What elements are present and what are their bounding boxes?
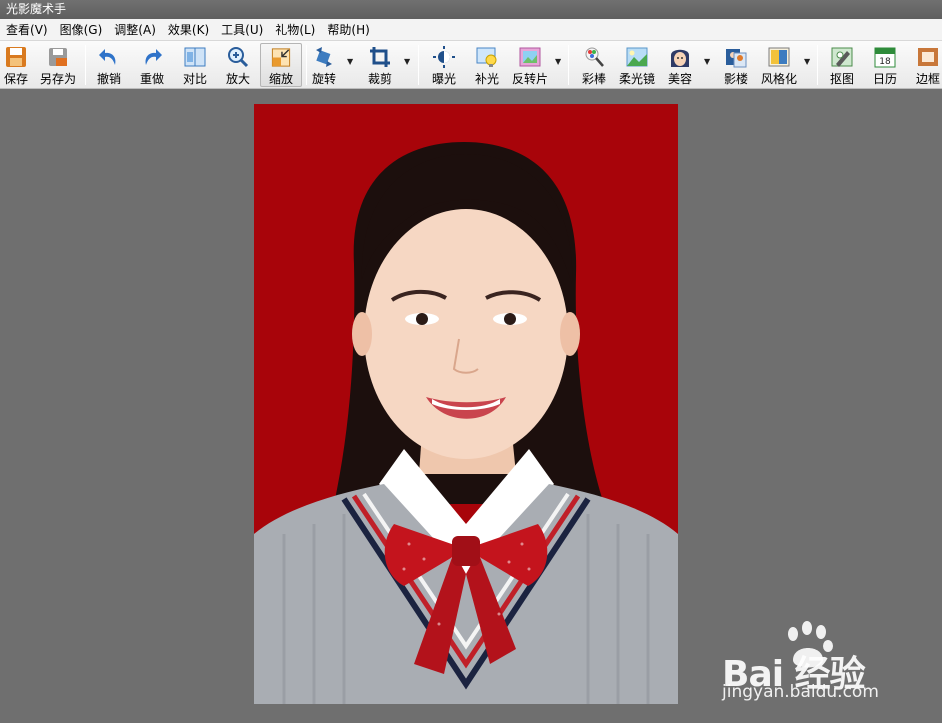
app-title: 光影魔术手 [6, 2, 67, 16]
toolbar-separator [418, 45, 419, 85]
id-photo [254, 104, 678, 704]
menu-item-image[interactable]: 图像(G) [54, 19, 109, 40]
zoom-in-button[interactable]: 放大 [223, 43, 253, 87]
menu-item-effects[interactable]: 效果(K) [162, 19, 215, 40]
crop-dropdown-icon[interactable]: ▼ [404, 57, 410, 66]
stylize-icon [768, 47, 790, 67]
stylize-button[interactable]: 风格化 [758, 43, 800, 87]
beauty-dropdown-icon[interactable]: ▼ [704, 57, 710, 66]
toolbar-separator [85, 45, 86, 85]
toolbar-separator [817, 45, 818, 85]
toolbar-separator [568, 45, 569, 85]
border-icon [918, 48, 938, 66]
save-button[interactable]: 保存 [2, 43, 30, 87]
color-pen-icon [585, 47, 604, 67]
border-button[interactable]: 边框 [913, 43, 942, 87]
compare-icon [184, 47, 206, 67]
redo-icon [145, 49, 162, 65]
calendar-day-number: 18 [879, 57, 891, 67]
redo-button[interactable]: 重做 [137, 43, 167, 87]
menu-item-gifts[interactable]: 礼物(L) [269, 19, 321, 40]
beauty-button[interactable]: 美容 [665, 43, 695, 87]
undo-icon [99, 49, 116, 65]
crop-icon [370, 47, 390, 67]
title-bar: 光影魔术手 [0, 0, 942, 19]
resize-icon [271, 48, 291, 67]
menu-bar: 查看(V) 图像(G) 调整(A) 效果(K) 工具(U) 礼物(L) 帮助(H… [0, 19, 942, 41]
rotate-icon [316, 47, 332, 67]
soft-focus-icon [626, 47, 648, 67]
save-as-icon [49, 48, 67, 66]
cutout-icon [831, 47, 853, 67]
save-as-button[interactable]: 另存为 [37, 43, 79, 87]
negative-film-icon [519, 47, 541, 67]
menu-item-adjust[interactable]: 调整(A) [108, 19, 162, 40]
fill-light-icon [476, 47, 497, 67]
color-pen-button[interactable]: 彩棒 [579, 43, 609, 87]
resize-button[interactable]: 缩放 [260, 43, 302, 87]
watermark-url: jingyan.baidu.com [722, 682, 879, 702]
cutout-button[interactable]: 抠图 [827, 43, 857, 87]
crop-button[interactable]: 裁剪 [364, 43, 396, 87]
rotate-button[interactable]: 旋转 [309, 43, 339, 87]
calendar-button[interactable]: 18 日历 [870, 43, 900, 87]
rotate-dropdown-icon[interactable]: ▼ [347, 57, 353, 66]
negative-film-button[interactable]: 反转片 [509, 43, 551, 87]
soft-focus-button[interactable]: 柔光镜 [616, 43, 658, 87]
studio-icon [726, 49, 747, 68]
calendar-icon: 18 [874, 47, 896, 68]
menu-item-view[interactable]: 查看(V) [0, 19, 54, 40]
save-icon [6, 47, 26, 67]
menu-item-help[interactable]: 帮助(H) [321, 19, 375, 40]
beauty-icon [671, 49, 689, 67]
menu-item-tools[interactable]: 工具(U) [215, 19, 269, 40]
undo-button[interactable]: 撤销 [94, 43, 124, 87]
fill-light-button[interactable]: 补光 [472, 43, 502, 87]
compare-button[interactable]: 对比 [180, 43, 210, 87]
exposure-icon [433, 46, 455, 68]
studio-button[interactable]: 影楼 [721, 43, 751, 87]
zoom-in-icon [228, 47, 249, 68]
portrait-image [254, 104, 678, 704]
exposure-button[interactable]: 曝光 [429, 43, 459, 87]
toolbar-separator [306, 45, 307, 85]
main-toolbar: 保存 另存为 撤销 重做 对比 放大 缩放 旋转 ▼ 裁剪 ▼ 曝光 补光 反转… [0, 41, 942, 89]
negative-film-dropdown-icon[interactable]: ▼ [555, 57, 561, 66]
stylize-dropdown-icon[interactable]: ▼ [804, 57, 810, 66]
